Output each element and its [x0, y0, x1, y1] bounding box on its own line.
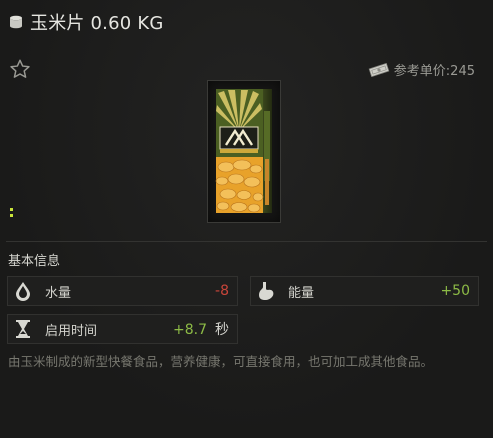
- stat-use-time-label: 启用时间: [45, 323, 98, 339]
- stat-use-time: 启用时间 +8.7 秒: [7, 314, 238, 344]
- stat-water-value: -8: [215, 283, 229, 299]
- cereal-box-image: [215, 89, 272, 213]
- stat-water: 水量 -8: [7, 276, 238, 306]
- stat-use-time-unit: 秒: [215, 322, 229, 338]
- item-title: 玉米片 0.60 KG: [30, 13, 164, 34]
- reference-price: 参考单价:245: [368, 60, 475, 79]
- stat-water-label: 水量: [45, 285, 72, 301]
- weight-icon: [10, 15, 22, 29]
- stat-energy: 能量 +50: [250, 276, 479, 306]
- stomach-icon: [254, 279, 278, 303]
- hourglass-icon: [11, 317, 35, 341]
- stat-use-time-number: +8.7: [173, 322, 207, 338]
- water-drop-icon: [11, 279, 35, 303]
- stat-use-time-value: +8.7 秒: [173, 319, 229, 339]
- price-label: 参考单价:245: [393, 64, 475, 79]
- title-row: 玉米片 0.60 KG: [8, 9, 163, 35]
- stat-energy-value: +50: [440, 283, 470, 299]
- star-outline-icon[interactable]: [9, 58, 31, 80]
- item-inspect-panel: 玉米片 0.60 KG 参考单价:245 基本信息 水量 -8 能量 +50 启…: [0, 0, 493, 438]
- stat-energy-label: 能量: [288, 285, 315, 301]
- item-image-frame: [207, 80, 281, 223]
- durability-indicator-icon: [10, 208, 13, 217]
- item-description: 由玉米制成的新型快餐食品，营养健康，可直接食用，也可加工成其他食品。: [8, 354, 434, 369]
- section-title-basic-info: 基本信息: [8, 254, 61, 269]
- money-icon: [368, 62, 390, 77]
- divider: [6, 241, 487, 242]
